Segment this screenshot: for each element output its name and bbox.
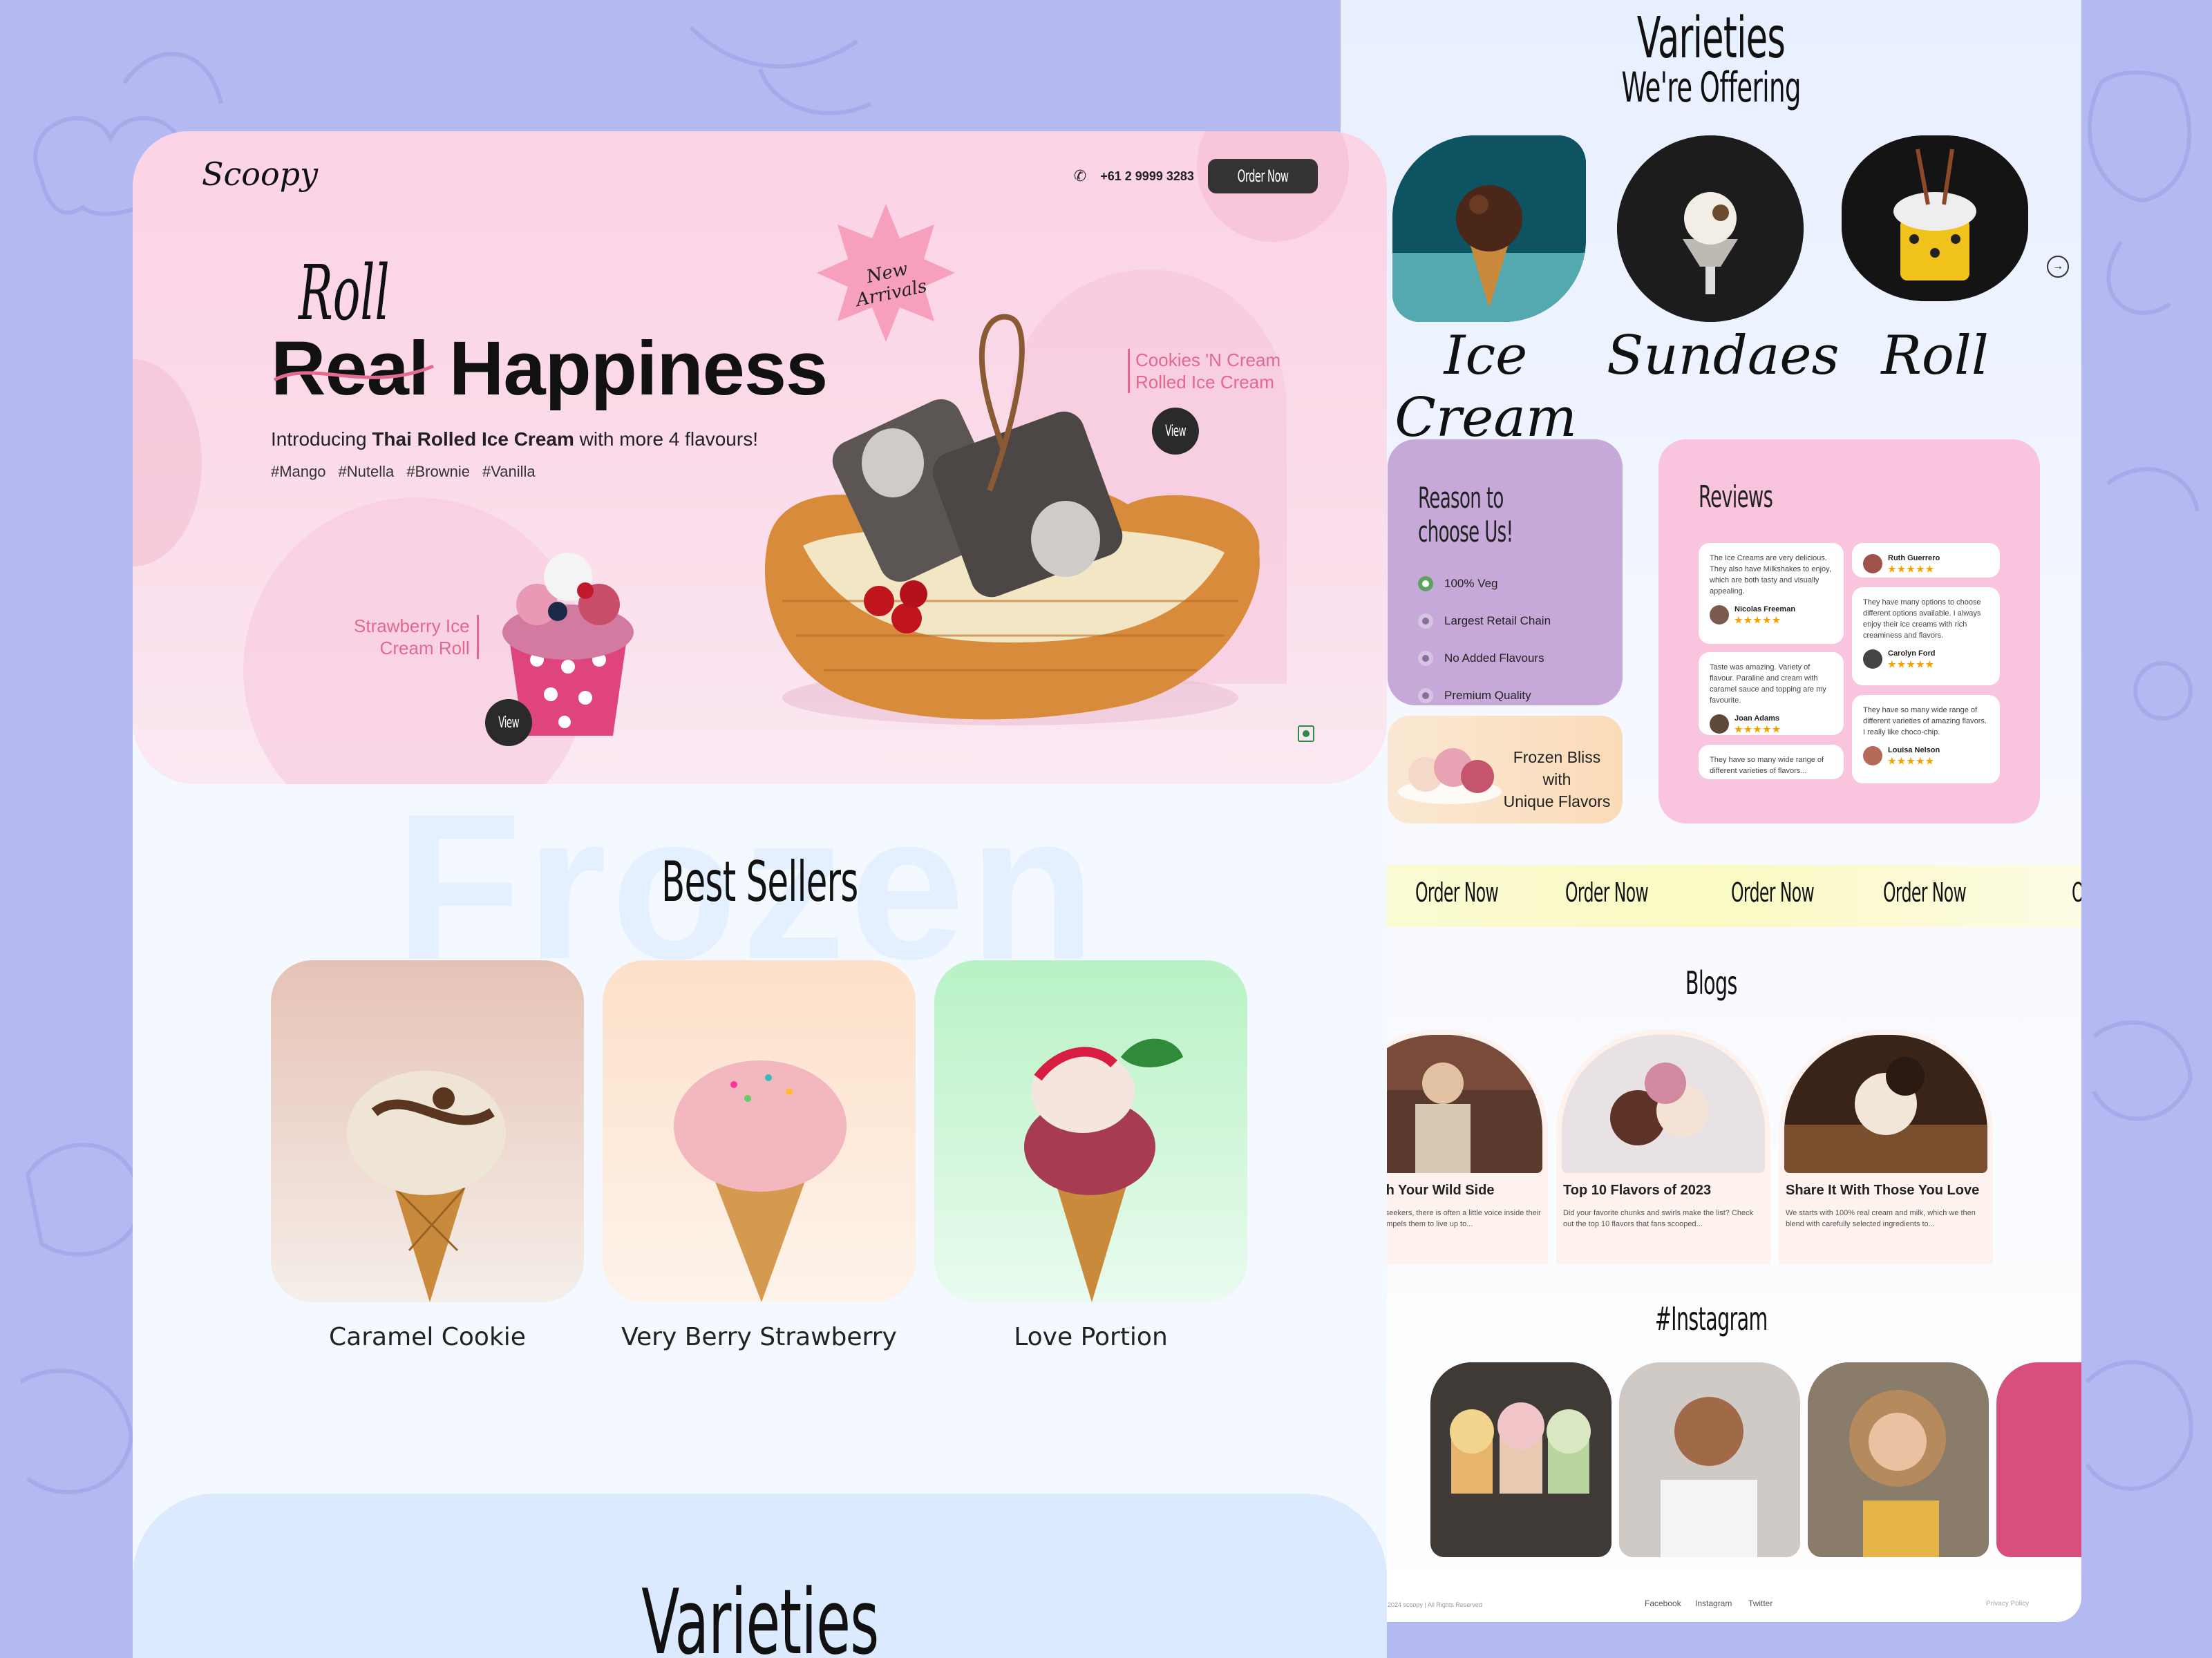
instagram-post[interactable] xyxy=(1996,1362,2081,1557)
instagram-post[interactable] xyxy=(1808,1362,1989,1557)
left-page-preview: Scoopy ✆ +61 2 9999 3283 Order Now New A… xyxy=(133,131,1387,1658)
reason-to-choose-card: Reason to choose Us! 100% Veg Largest Re… xyxy=(1388,439,1623,705)
tag-vanilla[interactable]: #Vanilla xyxy=(482,463,536,481)
avatar xyxy=(1710,605,1729,625)
avatar xyxy=(1863,649,1882,669)
order-now-link[interactable]: Order Now xyxy=(1883,877,1967,908)
reason-item: 100% Veg xyxy=(1418,576,1592,591)
review-card: Ruth Guerrero ★★★★★ xyxy=(1852,543,2000,578)
footer-link-facebook[interactable]: Facebook xyxy=(1645,1599,1681,1608)
strike-swash xyxy=(273,364,434,382)
reason-item: No Added Flavours xyxy=(1418,651,1592,666)
avatar xyxy=(1863,554,1882,573)
review-card: The Ice Creams are very delicious. They … xyxy=(1699,543,1844,644)
veg-indicator-icon xyxy=(1298,725,1314,742)
frozen-bliss-text: Frozen Bliss with Unique Flavors xyxy=(1503,748,1611,810)
right-page-preview: Varieties We're Offering Ice Cream Sunda… xyxy=(1341,0,2081,1622)
reason-item: Largest Retail Chain xyxy=(1418,613,1592,629)
variety-roll-image[interactable] xyxy=(1842,135,2028,301)
review-card: They have so many wide range of differen… xyxy=(1699,745,1844,779)
blog-card[interactable]: Top 10 Flavors of 2023 Did your favorite… xyxy=(1556,1029,1770,1264)
phone-icon: ✆ xyxy=(1073,167,1087,184)
avatar xyxy=(1710,714,1729,734)
order-now-marquee: Order Now Order Now Order Now Order Now … xyxy=(1341,865,2081,927)
best-sellers-heading: Best Sellers xyxy=(661,850,858,914)
varieties-subheading: We're Offering xyxy=(1621,64,1801,112)
frozen-bliss-card[interactable]: Frozen Bliss with Unique Flavors xyxy=(1388,716,1623,823)
best-seller-name: Caramel Cookie xyxy=(329,1323,526,1351)
instagram-post[interactable] xyxy=(1619,1362,1800,1557)
blogs-heading: Blogs xyxy=(1685,964,1737,1002)
scoopy-logo[interactable]: Scoopy xyxy=(202,155,318,193)
love-portion-image xyxy=(1024,1038,1183,1302)
veg-icon xyxy=(1418,576,1433,591)
variety-label-roll: Roll xyxy=(1881,325,1989,387)
frozen-bliss-image xyxy=(1398,748,1502,804)
order-now-button[interactable]: Order Now xyxy=(1207,159,1318,193)
blog-excerpt: Did your favorite chunks and swirls make… xyxy=(1563,1209,1754,1228)
footer-link-instagram[interactable]: Instagram xyxy=(1695,1599,1732,1608)
privacy-policy-link[interactable]: Privacy Policy xyxy=(1986,1600,2029,1608)
blog-title: Share It With Those You Love xyxy=(1786,1183,1980,1198)
order-now-link[interactable]: Order Now xyxy=(1415,877,1499,908)
premium-icon xyxy=(1418,688,1433,703)
view-button-cookies-cream[interactable]: View xyxy=(1152,408,1199,455)
caramel-cookie-image xyxy=(347,1071,506,1302)
footer-link-twitter[interactable]: Twitter xyxy=(1748,1599,1773,1608)
no-flavour-icon xyxy=(1418,651,1433,666)
copyright-text: 2024 scoopy | All Rights Reserved xyxy=(1388,1601,1482,1608)
phone-number[interactable]: +61 2 9999 3283 xyxy=(1100,169,1194,184)
reason-item: Premium Quality xyxy=(1418,688,1592,703)
instagram-post[interactable] xyxy=(1430,1362,1611,1557)
blog-card[interactable]: Share It With Those You Love We starts w… xyxy=(1779,1029,1993,1264)
blog-excerpt: We starts with 100% real cream and milk,… xyxy=(1786,1209,1976,1228)
review-card: Taste was amazing. Variety of flavour. P… xyxy=(1699,652,1844,735)
hero-tags: #Mango #Nutella #Brownie #Vanilla xyxy=(271,463,536,481)
varieties-bottom-heading: Varieties xyxy=(641,1570,879,1658)
best-seller-card[interactable] xyxy=(934,960,1247,1302)
variety-ice-cream-image[interactable] xyxy=(1392,135,1586,322)
blog-title: Top 10 Flavors of 2023 xyxy=(1563,1183,1712,1198)
varieties-section: Varieties xyxy=(133,1494,1387,1658)
order-now-link[interactable]: Order Now xyxy=(1731,877,1815,908)
variety-label-ice-cream: Ice Cream xyxy=(1395,325,1577,449)
avatar xyxy=(1863,746,1882,765)
review-card: They have so many wide range of differen… xyxy=(1852,695,2000,783)
order-now-link[interactable]: O xyxy=(2072,877,2081,908)
store-icon xyxy=(1418,613,1433,629)
best-seller-name: Love Portion xyxy=(1014,1323,1168,1351)
hero-subtitle: Introducing Thai Rolled Ice Cream with m… xyxy=(271,428,758,450)
best-seller-card[interactable] xyxy=(271,960,584,1302)
instagram-heading: #Instagram xyxy=(1654,1300,1768,1337)
roll-script-word: Roll xyxy=(299,249,390,337)
very-berry-strawberry-image xyxy=(674,1060,847,1302)
blog-image xyxy=(1784,1035,1987,1173)
variety-label-sundaes: Sundaes xyxy=(1607,325,1840,387)
carousel-next-arrow-icon[interactable]: → xyxy=(2047,256,2069,278)
strawberry-roll-label: Strawberry Ice Cream Roll xyxy=(354,615,479,659)
review-card: They have many options to choose differe… xyxy=(1852,587,2000,685)
tag-brownie[interactable]: #Brownie xyxy=(406,463,470,481)
tag-nutella[interactable]: #Nutella xyxy=(339,463,395,481)
reason-title: Reason to choose Us! xyxy=(1418,481,1513,549)
best-seller-card[interactable] xyxy=(603,960,916,1302)
hero-shape xyxy=(133,359,202,566)
varieties-heading: Varieties xyxy=(1636,6,1786,71)
hero-nav: ✆ +61 2 9999 3283 Order Now xyxy=(1074,159,1318,193)
view-button-strawberry[interactable]: View xyxy=(485,699,532,746)
order-now-link[interactable]: Order Now xyxy=(1565,877,1649,908)
tag-mango[interactable]: #Mango xyxy=(271,463,326,481)
blog-image xyxy=(1562,1035,1765,1173)
reviews-title: Reviews xyxy=(1699,479,1773,515)
cookies-cream-label: Cookies 'N Cream Rolled Ice Cream xyxy=(1128,349,1280,393)
variety-sundaes-image[interactable] xyxy=(1617,135,1804,322)
best-seller-name: Very Berry Strawberry xyxy=(621,1323,897,1351)
hero-section: Scoopy ✆ +61 2 9999 3283 Order Now New A… xyxy=(133,131,1387,784)
